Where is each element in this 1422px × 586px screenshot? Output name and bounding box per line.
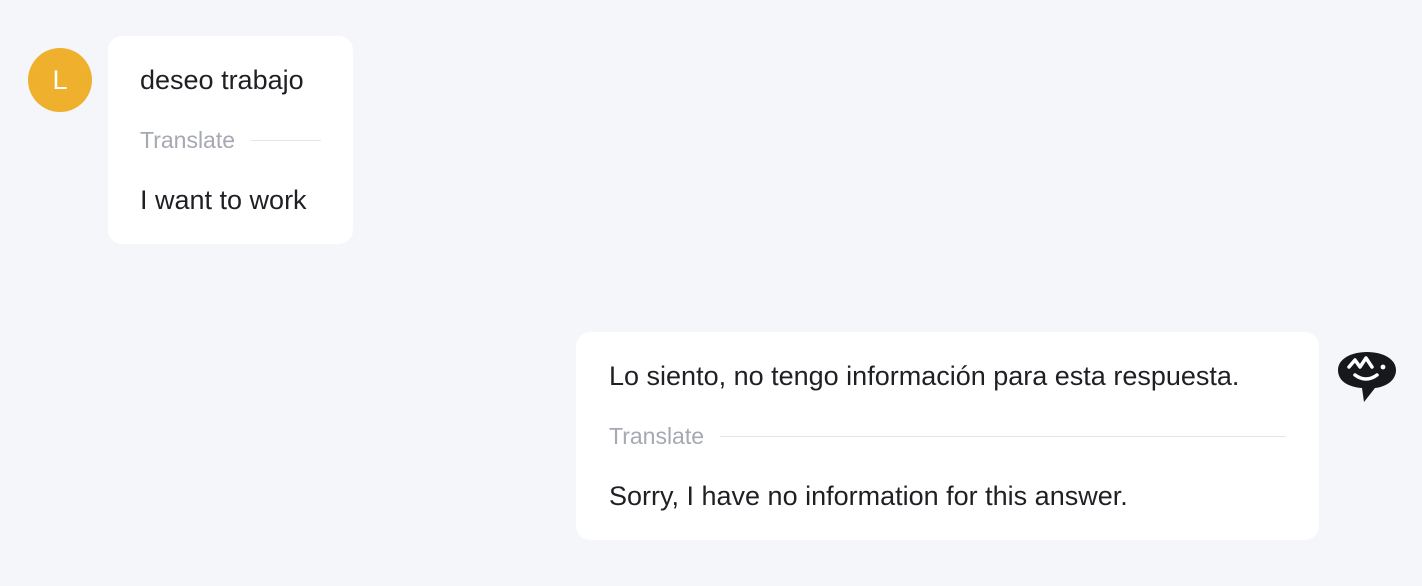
bot-message-bubble: Lo siento, no tengo información para est… <box>576 332 1319 540</box>
user-translate-label[interactable]: Translate <box>140 125 235 155</box>
user-message-bubble: deseo trabajo Translate I want to work <box>108 36 353 244</box>
divider-line <box>251 139 321 141</box>
bot-message-original-text: Lo siento, no tengo información para est… <box>609 361 1240 391</box>
user-message-original-text: deseo trabajo <box>140 65 304 95</box>
user-translate-divider: Translate <box>140 125 321 155</box>
user-avatar: L <box>28 48 92 112</box>
user-message-translated-text: I want to work <box>140 185 307 215</box>
bot-translate-divider: Translate <box>609 421 1286 451</box>
bot-translate-label[interactable]: Translate <box>609 421 704 451</box>
bot-message-translated-text: Sorry, I have no information for this an… <box>609 481 1128 511</box>
bot-face-icon <box>1336 350 1398 404</box>
chat-thread: L deseo trabajo Translate I want to work… <box>0 0 1422 586</box>
divider-line <box>720 435 1286 437</box>
